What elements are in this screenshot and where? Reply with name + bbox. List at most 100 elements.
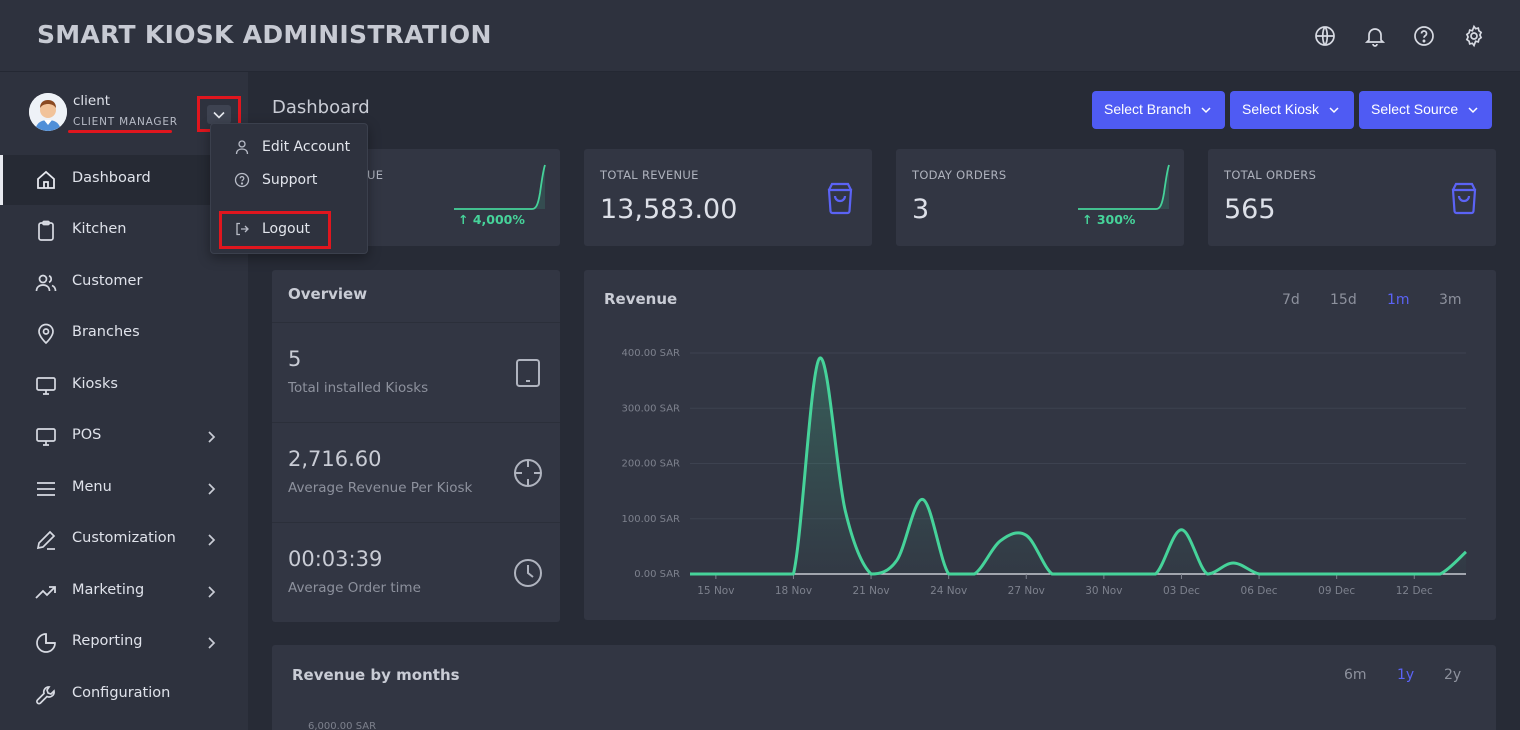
chevron-right-icon <box>208 431 216 443</box>
stat-card-today-orders: TODAY ORDERS 3 ↑ 300% <box>896 149 1184 246</box>
support-menu-item[interactable]: Support <box>211 165 367 195</box>
avatar[interactable] <box>29 93 67 131</box>
stat-card-total-revenue: TOTAL REVENUE 13,583.00 <box>584 149 872 246</box>
app-title: SMART KIOSK ADMINISTRATION <box>37 20 492 49</box>
stat-title: UE <box>367 168 384 182</box>
user-dropdown-menu: Edit Account Support Logout <box>210 123 368 254</box>
y-tick-label: 6,000.00 SAR <box>308 721 377 730</box>
revenue-by-months-card: Revenue by months 6m 1y 2y 6,000.00 SAR <box>272 645 1496 730</box>
sidebar-item-kiosks[interactable]: Kiosks <box>0 361 248 411</box>
help-icon[interactable] <box>1412 24 1436 48</box>
y-tick-label: 400.00 SAR <box>622 348 681 359</box>
logout-menu-item[interactable]: Logout <box>211 214 367 244</box>
stat-title: TODAY ORDERS <box>912 168 1007 182</box>
select-kiosk-label: Select Kiosk <box>1242 101 1320 117</box>
menu-icon <box>34 477 58 501</box>
y-tick-label: 300.00 SAR <box>622 403 681 414</box>
chevron-right-icon <box>208 483 216 495</box>
range-1y[interactable]: 1y <box>1397 667 1414 683</box>
tablet-icon <box>516 359 540 387</box>
top-bar: SMART KIOSK ADMINISTRATION <box>0 0 1520 72</box>
stat-change: ↑ 300% <box>1082 212 1136 227</box>
overview-row-avg-revenue: 2,716.60 Average Revenue Per Kiosk <box>272 422 560 522</box>
user-name: client <box>73 93 111 109</box>
chevron-down-icon <box>1468 107 1478 114</box>
sidebar-item-label: Customization <box>72 530 176 546</box>
sidebar-item-label: Kiosks <box>72 376 118 392</box>
sidebar-item-marketing[interactable]: Marketing <box>0 567 248 617</box>
x-tick-label: 24 Nov <box>930 585 967 597</box>
x-tick-label: 27 Nov <box>1008 585 1045 597</box>
menu-item-label: Support <box>262 172 318 188</box>
revenue-chart: 400.00 SAR 300.00 SAR 200.00 SAR 100.00 SAR… <box>622 348 1468 597</box>
overview-card: Overview 5 Total installed Kiosks 2,716.… <box>272 270 560 622</box>
sidebar-item-label: POS <box>72 427 102 443</box>
sidebar-item-label: Customer <box>72 273 143 289</box>
x-tick-label: 12 Dec <box>1396 585 1433 597</box>
stat-change: ↑ 4,000% <box>458 212 525 227</box>
pen-icon <box>34 528 58 552</box>
sidebar-item-customization[interactable]: Customization <box>0 515 248 565</box>
stat-change-value: 300% <box>1096 212 1136 227</box>
clock-icon <box>514 559 542 587</box>
edit-account-menu-item[interactable]: Edit Account <box>211 132 367 162</box>
role-underline-highlight <box>68 130 172 133</box>
home-icon <box>34 168 58 192</box>
select-source-label: Select Source <box>1371 101 1459 117</box>
select-kiosk-button[interactable]: Select Kiosk <box>1230 91 1354 129</box>
x-tick-label: 06 Dec <box>1241 585 1278 597</box>
sidebar-item-configuration[interactable]: Configuration <box>0 670 248 720</box>
monitor-icon <box>34 425 58 449</box>
chevron-right-icon <box>208 586 216 598</box>
x-tick-label: 30 Nov <box>1085 585 1122 597</box>
clipboard-icon <box>34 219 58 243</box>
chevron-down-icon <box>1201 107 1211 114</box>
monitor-icon <box>34 374 58 398</box>
sparkline <box>1078 164 1170 210</box>
overview-row-order-time: 00:03:39 Average Order time <box>272 522 560 622</box>
page-title: Dashboard <box>272 97 370 118</box>
y-tick-label: 100.00 SAR <box>622 514 681 525</box>
bell-icon[interactable] <box>1363 24 1387 48</box>
y-tick-label: 0.00 SAR <box>634 569 680 580</box>
overview-value: 2,716.60 <box>288 447 382 471</box>
sidebar-item-label: Branches <box>72 324 140 340</box>
range-6m[interactable]: 6m <box>1344 667 1367 683</box>
user-role: CLIENT MANAGER <box>73 116 178 128</box>
users-icon <box>34 271 58 295</box>
stat-value: 3 <box>912 194 930 225</box>
chevron-right-icon <box>208 534 216 546</box>
menu-item-label: Logout <box>262 221 310 237</box>
sidebar-item-customer[interactable]: Customer <box>0 258 248 308</box>
overview-label: Total installed Kiosks <box>288 380 429 396</box>
revenue-chart-card: Revenue 7d 15d 1m 3m 400.00 SAR 300.00 SA… <box>584 270 1496 620</box>
sidebar-item-branches[interactable]: Branches <box>0 309 248 359</box>
sidebar-item-label: Marketing <box>72 582 145 598</box>
x-tick-label: 21 Nov <box>852 585 889 597</box>
gear-icon[interactable] <box>1462 24 1486 48</box>
sidebar-item-pos[interactable]: POS <box>0 412 248 462</box>
map-pin-icon <box>34 322 58 346</box>
globe-icon[interactable] <box>1313 24 1337 48</box>
sidebar-item-label: Reporting <box>72 633 143 649</box>
overview-value: 00:03:39 <box>288 547 383 571</box>
shopping-bag-icon <box>827 182 853 215</box>
menu-item-label: Edit Account <box>262 139 351 155</box>
chevron-right-icon <box>208 637 216 649</box>
x-tick-label: 15 Nov <box>697 585 734 597</box>
overview-value: 5 <box>288 347 302 371</box>
pie-chart-icon <box>34 631 58 655</box>
revenue-months-title: Revenue by months <box>292 666 460 684</box>
select-source-button[interactable]: Select Source <box>1359 91 1492 129</box>
sidebar-item-label: Dashboard <box>72 170 151 186</box>
user-icon <box>235 140 249 155</box>
sidebar-item-label: Menu <box>72 479 112 495</box>
range-2y[interactable]: 2y <box>1444 667 1461 683</box>
shopping-bag-icon <box>1451 182 1477 215</box>
select-branch-button[interactable]: Select Branch <box>1092 91 1225 129</box>
wrench-icon <box>34 683 58 707</box>
sidebar-item-reporting[interactable]: Reporting <box>0 618 248 668</box>
sidebar-item-menu[interactable]: Menu <box>0 464 248 514</box>
sparkline <box>454 164 546 210</box>
x-tick-label: 09 Dec <box>1318 585 1355 597</box>
